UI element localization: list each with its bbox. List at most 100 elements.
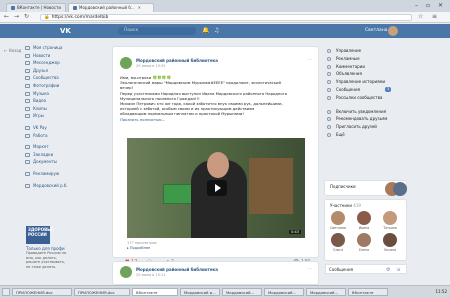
taskbar-item[interactable]: ПРИЛОЖЕНИЯ.doc (12, 288, 72, 296)
participant-name[interactable]: Татьяна (379, 226, 401, 230)
menu-item-market[interactable]: Маркет (24, 143, 60, 151)
star-icon[interactable]: ☆ (418, 13, 423, 20)
rm-item-announcements[interactable]: Объявления (327, 70, 399, 78)
rm-label: Управление (336, 48, 362, 53)
avatar[interactable] (383, 211, 397, 225)
taskbar-item[interactable]: ВКонтакте (132, 288, 178, 296)
ads-icon (25, 171, 30, 176)
video-player[interactable]: 0:43 (127, 138, 305, 238)
menu-item-messenger[interactable]: Мессенджер (24, 59, 60, 67)
rm-item-comments[interactable]: Комментарии (327, 63, 399, 71)
post-author[interactable]: Мордовский районный библиотека (136, 267, 218, 272)
bell-icon[interactable]: 🔔 (202, 27, 209, 34)
back-arrow-icon[interactable]: ← (4, 13, 9, 20)
back-link[interactable]: ← Назад (4, 48, 21, 53)
show-more-link[interactable]: Показать полностью... (120, 117, 310, 122)
menu-item-video[interactable]: Видео (24, 97, 60, 105)
avatar[interactable] (393, 182, 407, 196)
participant-name[interactable]: Ирина (353, 226, 375, 230)
avatar[interactable] (357, 211, 371, 225)
browser-tab-2[interactable]: Мордовский районный б... ✕ (68, 3, 154, 12)
menu-label: Игры (33, 113, 44, 119)
close-window-icon[interactable]: ✕ (438, 2, 443, 9)
rm-item-ads[interactable]: Рекламные (327, 55, 399, 63)
participant-name[interactable]: Елена (353, 248, 375, 252)
menu-item-library[interactable]: Мордовский р.б. (24, 182, 68, 190)
maximize-icon[interactable]: ▫ (426, 2, 430, 9)
menu-item-news[interactable]: Новости (24, 52, 60, 60)
more-options-icon[interactable]: ··· (307, 266, 312, 272)
menu-icon[interactable]: ≡ (432, 13, 437, 20)
games-icon (25, 114, 30, 119)
post-author-avatar[interactable] (120, 266, 132, 278)
menu-item-ads[interactable]: Рекламирую (24, 170, 60, 178)
photo-icon (25, 83, 30, 88)
avatar[interactable] (357, 233, 371, 247)
menu-item-jobs[interactable]: Работа (24, 132, 60, 140)
avatar[interactable] (331, 211, 345, 225)
post-date[interactable]: 29 июня в 10:11 (136, 273, 166, 277)
video-details-link[interactable]: ▸ Подробнее (127, 246, 150, 250)
play-icon[interactable] (207, 180, 227, 196)
subscribers-box[interactable]: Подписчики (324, 180, 407, 196)
participant-name[interactable]: Ольга (327, 248, 349, 252)
minimize-icon[interactable]: – (415, 2, 418, 9)
rm-item-manage[interactable]: Управление (327, 47, 399, 55)
menu-item-groups[interactable]: Сообщества (24, 74, 60, 82)
avatar[interactable] (388, 26, 398, 36)
menu-item-friends[interactable]: Друзья (24, 67, 60, 75)
taskbar-item[interactable]: Мордовский р... (180, 288, 220, 296)
music-icon[interactable]: ♫ (214, 27, 219, 34)
rm-label: Пригласить друзей (336, 124, 377, 130)
expand-icon[interactable]: ⇲ (396, 266, 400, 275)
taskbar-item[interactable]: ВКонтакте (348, 288, 388, 296)
vk-logo[interactable]: VK (60, 26, 74, 36)
rm-item-more[interactable]: Ещё (327, 131, 399, 139)
menu-label: Маркет (33, 144, 49, 150)
url-field[interactable]: 🔒 https://vk.com/mardelbib (40, 14, 412, 21)
browser-tab-1[interactable]: ВКонтакте | Новости (6, 3, 66, 12)
avatar[interactable] (331, 233, 345, 247)
rm-item-stories[interactable]: Управление историями (327, 78, 399, 86)
close-tab-icon[interactable]: ✕ (138, 5, 141, 10)
taskbar-item[interactable]: Мордовский... (264, 288, 304, 296)
share-icon (327, 117, 331, 122)
taskbar-item[interactable]: ПРИЛОЖЕНИЯ.doc (74, 288, 130, 296)
rm-item-recommend[interactable]: Рекомендовать друзьям (327, 115, 399, 123)
menu-item-games[interactable]: Игры (24, 112, 60, 120)
reload-icon[interactable]: ↻ (24, 13, 29, 20)
rm-item-messages[interactable]: Сообщения 3 (327, 86, 399, 94)
settings-icon[interactable]: ⚙ (386, 266, 390, 275)
participant-name[interactable]: Оксана (379, 248, 401, 252)
forward-arrow-icon[interactable]: → (14, 13, 19, 20)
taskbar-item[interactable]: Мордовский... (222, 288, 262, 296)
post-author-avatar[interactable] (120, 57, 132, 69)
avatar[interactable] (383, 233, 397, 247)
rm-label: Рассылки сообщества (336, 94, 383, 100)
start-button[interactable] (2, 288, 10, 296)
promo-text: Проводите Россию на всю, как делать, реш… (26, 251, 67, 269)
menu-item-documents[interactable]: Документы (24, 158, 60, 166)
post-author[interactable]: Мордовский районный библиотека (136, 58, 218, 63)
taskbar-item[interactable]: Мордовский... (306, 288, 346, 296)
user-name[interactable]: Светлана (365, 28, 388, 33)
menu-item-bookmarks[interactable]: Закладки (24, 151, 60, 159)
menu-label: Новости (33, 52, 51, 58)
groups-icon (25, 76, 30, 81)
rm-item-mailings[interactable]: Рассылки сообщества (327, 94, 399, 102)
menu-item-my-page[interactable]: Моя страница (24, 44, 62, 52)
more-options-icon[interactable]: ··· (307, 57, 312, 63)
rm-label: Сообщения (336, 86, 361, 92)
menu-item-clips[interactable]: Клипы (24, 105, 60, 113)
rm-item-invite[interactable]: Пригласить друзей (327, 123, 399, 131)
message-count-badge: 3 (385, 87, 392, 92)
rm-item-notifications[interactable]: Включить уведомления (327, 108, 399, 116)
menu-item-photos[interactable]: Фотографии (24, 82, 60, 90)
messages-bar[interactable]: Сообщения ⚙ ⇲ (325, 264, 407, 274)
post-date[interactable]: 29 июня в 10:35 (136, 64, 166, 68)
menu-item-music[interactable]: Музыка (24, 90, 60, 98)
menu-item-vkpay[interactable]: VK Pay (24, 124, 60, 132)
search-input[interactable]: Поиск (118, 27, 196, 35)
promo-block[interactable]: ЗДОРОВЬЕ РОССИИ Только для профи Проводи… (26, 226, 70, 269)
participant-name[interactable]: Светлана (327, 226, 349, 230)
